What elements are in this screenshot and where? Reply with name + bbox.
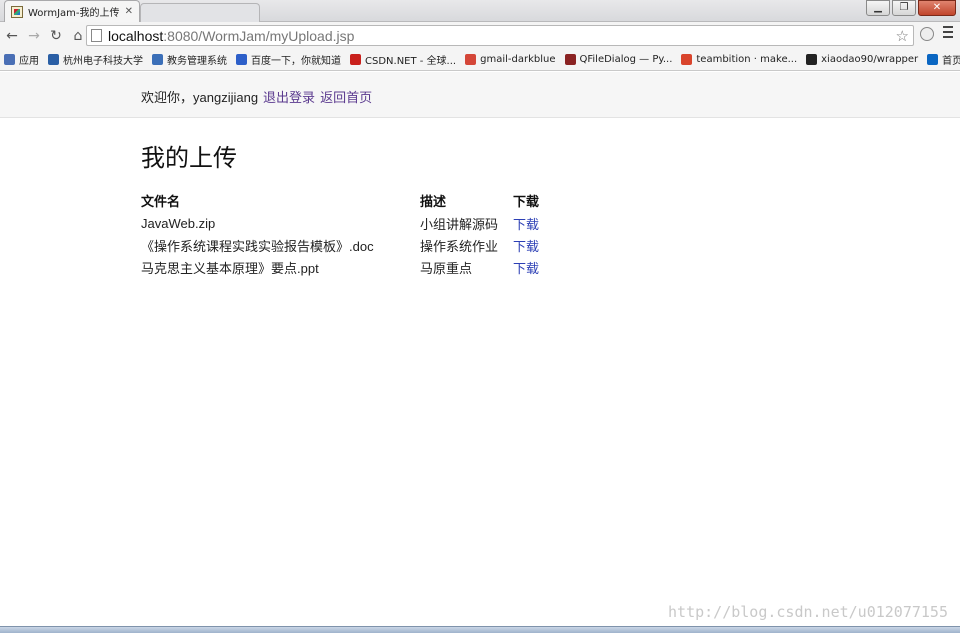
home-icon[interactable]: ⌂ (68, 28, 88, 44)
page-title: 我的上传 (141, 144, 237, 172)
uploads-table: 文件名 描述 下载 JavaWeb.zip 小组讲解源码 下载 《操作系统课程实… (141, 189, 573, 278)
page-header: 欢迎你，yangzijiang 退出登录 返回首页 (0, 72, 960, 118)
table-row: JavaWeb.zip 小组讲解源码 下载 (141, 212, 573, 234)
bookmark-label: 百度一下，你就知道 (251, 56, 341, 67)
bookmark-label: QFileDialog — Py... (579, 54, 673, 65)
file-description: 马原重点 (420, 260, 473, 276)
bookmark-item[interactable]: 应用 (4, 52, 39, 67)
document-icon (152, 54, 163, 65)
browser-toolbar: ← → ↻ ⌂ localhost:8080/WormJam/myUpload.… (0, 22, 960, 49)
bookmark-item[interactable]: 教务管理系统 (152, 52, 227, 67)
zhihu-icon (927, 54, 939, 65)
bookmark-label: xiaodao90/wrapper (821, 54, 919, 65)
bookmark-item[interactable]: 百度一下，你就知道 (236, 52, 341, 67)
url-host: localhost (108, 27, 164, 44)
column-header-filename: 文件名 (141, 194, 181, 209)
reload-icon[interactable]: ↻ (46, 28, 66, 44)
page-icon (91, 29, 102, 42)
bookmark-item[interactable]: teambition · make... (681, 54, 797, 65)
bookmark-star-icon[interactable]: ☆ (896, 27, 909, 45)
hdu-logo-icon (48, 54, 59, 65)
column-header-description: 描述 (420, 194, 447, 209)
bookmark-item[interactable]: CSDN.NET - 全球... (350, 52, 456, 67)
minimize-button[interactable]: ▁ (866, 0, 890, 16)
table-row: 《操作系统课程实践实验报告模板》.doc 操作系统作业 下载 (141, 234, 573, 256)
restore-button[interactable]: ❐ (892, 0, 916, 16)
table-header-row: 文件名 描述 下载 (141, 189, 573, 212)
bookmark-item[interactable]: QFileDialog — Py... (564, 54, 673, 65)
csdn-icon (350, 54, 361, 65)
bookmark-label: 应用 (19, 56, 39, 67)
window-controls: ▁ ❐ ✕ (866, 0, 956, 16)
teambition-icon (681, 54, 693, 65)
tab-title: WormJam-我的上传 (28, 8, 120, 19)
file-name: JavaWeb.zip (141, 215, 216, 231)
bookmark-item[interactable]: xiaodao90/wrapper (806, 54, 918, 65)
bookmark-label: CSDN.NET - 全球... (365, 56, 457, 67)
forward-arrow-icon[interactable]: → (24, 28, 44, 44)
bookmark-label: teambition · make... (696, 54, 798, 65)
extension-icon[interactable] (920, 27, 934, 41)
page-favicon-icon (11, 5, 23, 18)
file-name: 《操作系统课程实践实验报告模板》.doc (141, 238, 374, 254)
file-name: 马克思主义基本原理》要点.ppt (141, 260, 319, 276)
github-icon (806, 54, 818, 65)
file-description: 操作系统作业 (420, 238, 499, 254)
bookmark-item[interactable]: gmail-darkblue (465, 54, 556, 65)
back-arrow-icon[interactable]: ← (2, 28, 22, 44)
bookmark-label: gmail-darkblue (480, 54, 556, 65)
home-link[interactable]: 返回首页 (320, 90, 372, 105)
table-row: 马克思主义基本原理》要点.ppt 马原重点 下载 (141, 256, 573, 278)
bookmark-item[interactable]: 首页 - 知乎 (927, 52, 960, 67)
watermark: http://blog.csdn.net/u012077155 (668, 603, 948, 621)
download-link[interactable]: 下载 (513, 261, 539, 276)
tab-close-icon[interactable]: ✕ (125, 6, 133, 17)
logout-link[interactable]: 退出登录 (263, 90, 315, 105)
menu-hamburger-icon[interactable] (943, 26, 953, 41)
bookmark-item[interactable]: 杭州电子科技大学 (48, 52, 143, 67)
baidu-paw-icon (236, 54, 247, 65)
column-header-download: 下载 (513, 194, 540, 209)
download-link[interactable]: 下载 (513, 217, 539, 232)
url-path: :8080/WormJam/myUpload.jsp (163, 27, 355, 44)
bookmarks-bar: 应用 杭州电子科技大学 教务管理系统 百度一下，你就知道 CSDN.NET - 全球..… (0, 49, 960, 71)
welcome-bar: 欢迎你，yangzijiang 退出登录 返回首页 (141, 87, 372, 106)
tab-inactive[interactable] (140, 3, 260, 22)
bookmark-label: 教务管理系统 (167, 56, 227, 67)
address-bar[interactable]: localhost:8080/WormJam/myUpload.jsp ☆ (86, 25, 914, 46)
download-link[interactable]: 下载 (513, 239, 539, 254)
close-window-button[interactable]: ✕ (918, 0, 956, 16)
bookmark-label: 杭州电子科技大学 (63, 56, 143, 67)
welcome-text: 欢迎你，yangzijiang (141, 90, 259, 105)
os-taskbar (0, 626, 960, 633)
file-description: 小组讲解源码 (420, 216, 499, 232)
apps-grid-icon (4, 54, 15, 65)
browser-titlebar: WormJam-我的上传 ✕ ▁ ❐ ✕ (0, 0, 960, 22)
tab-active[interactable]: WormJam-我的上传 ✕ (4, 0, 140, 22)
qt-doc-icon (564, 54, 576, 65)
gmail-icon (465, 54, 477, 65)
bookmark-label: 首页 - 知乎 (942, 56, 960, 67)
